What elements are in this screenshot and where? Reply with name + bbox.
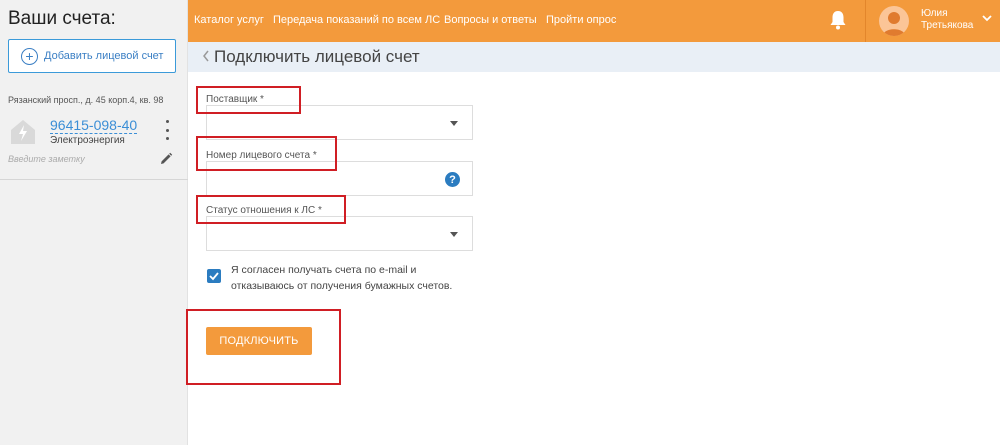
topbar-separator: [865, 0, 866, 42]
checkmark-icon: [209, 272, 219, 281]
account-note-placeholder[interactable]: Введите заметку: [8, 154, 85, 164]
account-address: Рязанский просп., д. 45 корп.4, кв. 98: [8, 95, 164, 105]
account-provider: Электроэнергия: [50, 135, 125, 146]
bell-icon[interactable]: [829, 10, 847, 30]
sidebar-title: Ваши счета:: [8, 8, 116, 29]
add-account-button[interactable]: + Добавить лицевой счет: [8, 39, 176, 73]
pencil-icon[interactable]: [159, 152, 173, 166]
consent-checkbox[interactable]: [207, 269, 221, 283]
sidebar-divider: [0, 179, 188, 180]
account-number-link[interactable]: 96415-098-40: [50, 117, 138, 134]
page-header: Подключить лицевой счет: [188, 42, 1000, 72]
page-title: Подключить лицевой счет: [214, 47, 420, 66]
highlight-relation-status: [196, 195, 346, 224]
nav-submit-readings[interactable]: Передача показаний по всем ЛС: [273, 14, 440, 26]
nav-faq[interactable]: Вопросы и ответы: [444, 14, 537, 26]
nav-survey[interactable]: Пройти опрос: [546, 14, 616, 26]
user-name[interactable]: Юлия Третьякова: [921, 8, 973, 32]
sidebar: Ваши счета: + Добавить лицевой счет Ряза…: [0, 0, 188, 445]
consent-text: Я согласен получать счета по e-mail и от…: [231, 264, 453, 292]
highlight-account-number: [196, 136, 337, 171]
account-menu-icon[interactable]: [162, 120, 172, 140]
user-avatar[interactable]: [879, 6, 909, 36]
top-navbar: Каталог услуг Передача показаний по всем…: [188, 0, 1000, 42]
nav-catalog[interactable]: Каталог услуг: [194, 14, 264, 26]
add-account-label: Добавить лицевой счет: [44, 50, 164, 62]
highlight-connect-button: [186, 309, 341, 385]
highlight-supplier: [196, 86, 301, 114]
back-chevron-icon[interactable]: [202, 50, 210, 62]
help-icon[interactable]: ?: [445, 172, 460, 187]
dropdown-caret-icon: [450, 232, 458, 237]
dropdown-caret-icon: [450, 121, 458, 126]
plus-circle-icon: +: [21, 47, 38, 65]
house-lightning-icon: [11, 120, 35, 144]
chevron-down-icon[interactable]: [982, 14, 992, 22]
